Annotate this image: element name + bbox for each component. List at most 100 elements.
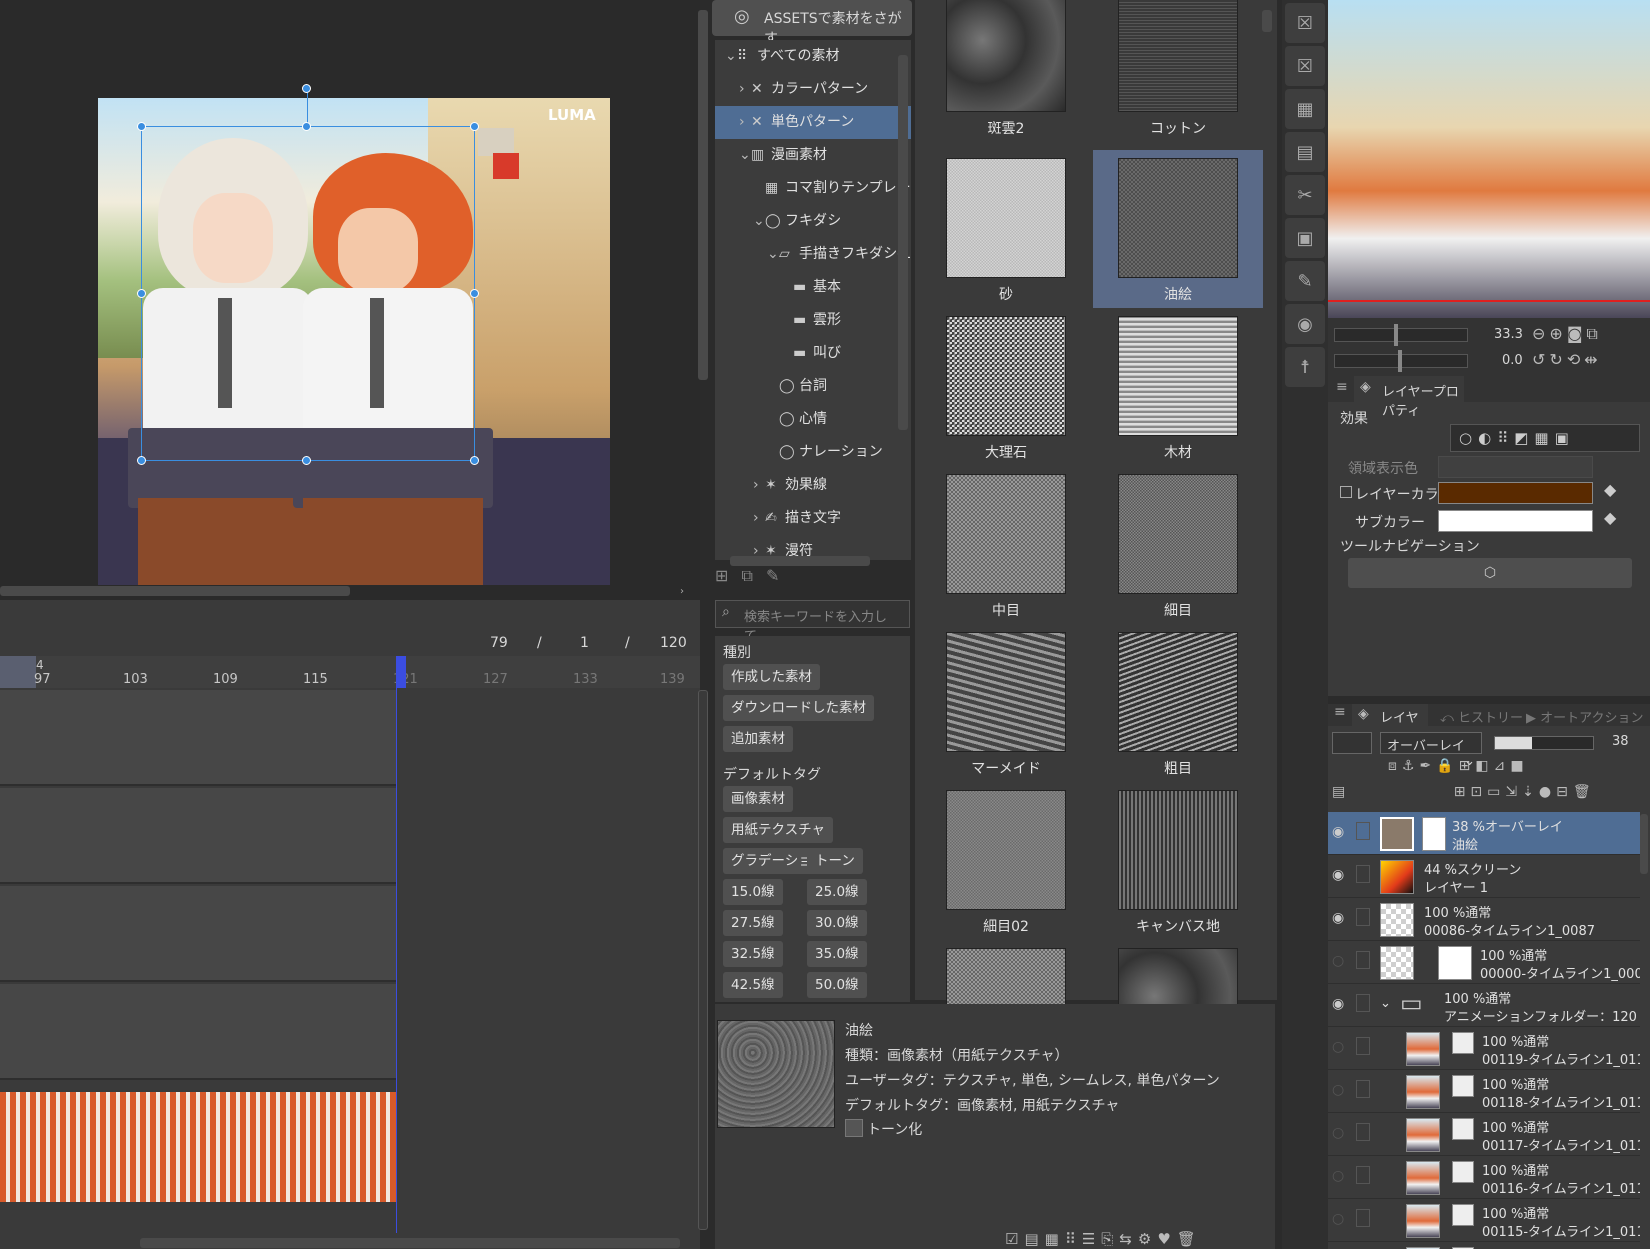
- edit-target-toggle[interactable]: [1356, 908, 1370, 926]
- transform-handle-bl[interactable]: [137, 456, 146, 465]
- fit-window-icon[interactable]: ⧉: [1586, 324, 1601, 343]
- transform-handle-tr[interactable]: [470, 122, 479, 131]
- layer-row[interactable]: ◉ ⌄ ▭ 100 %通常 アニメーションフォルダー：120: [1328, 984, 1640, 1027]
- timeline-track[interactable]: [0, 984, 396, 1080]
- figure-icon[interactable]: ☨: [1285, 347, 1325, 387]
- visibility-eye-icon[interactable]: ◉: [1332, 996, 1350, 1014]
- visibility-eye-icon[interactable]: ○: [1332, 953, 1350, 971]
- scroll-right-icon[interactable]: ›: [680, 586, 684, 597]
- detail-view-icon[interactable]: ▤: [1024, 1230, 1044, 1248]
- tree-arrow-icon[interactable]: ⌄: [739, 139, 751, 172]
- settings-icon[interactable]: ⚙: [1138, 1230, 1157, 1248]
- material-thumbnail[interactable]: 細目02: [921, 782, 1091, 940]
- transform-handle-b[interactable]: [302, 456, 311, 465]
- visibility-eye-icon[interactable]: ○: [1332, 1082, 1350, 1100]
- tree-arrow-icon[interactable]: ⌄: [725, 40, 737, 73]
- visibility-eye-icon[interactable]: ◉: [1332, 910, 1350, 928]
- layer-row[interactable]: ○ 100 %通常 00119-タイムライン1_0119: [1328, 1027, 1640, 1070]
- transform-box[interactable]: [141, 126, 475, 461]
- tone-effect-icon[interactable]: ⠿: [1497, 429, 1514, 447]
- tree-item[interactable]: › ✕ カラーパターン: [715, 73, 911, 106]
- tag-filter-button[interactable]: ダウンロードした素材: [723, 695, 874, 721]
- zoom-slider-knob[interactable]: [1394, 324, 1398, 346]
- visibility-eye-icon[interactable]: ○: [1332, 1211, 1350, 1229]
- tree-item[interactable]: ▬ 基本: [715, 271, 911, 304]
- tree-item[interactable]: ▦ コマ割りテンプレート: [715, 172, 925, 205]
- tag-filter-button[interactable]: 25.0線: [807, 879, 867, 905]
- layer-select-dropdown[interactable]: [1332, 732, 1372, 754]
- blend-mode-select[interactable]: オーバーレイ ⌄: [1380, 732, 1482, 769]
- layer-row[interactable]: ○ 100 %通常 00118-タイムライン1_0118: [1328, 1070, 1640, 1113]
- tone-checkbox[interactable]: [845, 1119, 863, 1137]
- color-chip-icon[interactable]: ■: [1510, 758, 1528, 774]
- tree-hscrollbar[interactable]: [730, 556, 870, 566]
- material-thumbnail[interactable]: コットン: [1093, 0, 1263, 150]
- transform-handle-t[interactable]: [302, 122, 311, 131]
- timeline-vscrollbar[interactable]: [698, 690, 708, 1230]
- edit-target-toggle[interactable]: [1356, 1080, 1370, 1098]
- tree-item[interactable]: › ✍ 描き文字: [715, 502, 911, 535]
- material-thumbnail[interactable]: 油絵: [1093, 150, 1263, 308]
- favorite-icon[interactable]: ♥: [1157, 1230, 1176, 1248]
- layer-color-swatch[interactable]: [1438, 482, 1593, 504]
- timeline-track[interactable]: [0, 788, 396, 884]
- rotate-left-icon[interactable]: ↺: [1532, 350, 1549, 369]
- timeline-track[interactable]: [0, 886, 396, 982]
- mask-create-icon[interactable]: ●: [1539, 784, 1556, 800]
- material-thumbnail[interactable]: 細目: [1093, 466, 1263, 624]
- zoom-slider[interactable]: [1334, 328, 1468, 342]
- edit-target-toggle[interactable]: [1356, 1209, 1370, 1227]
- new-folder-icon[interactable]: ▭: [1487, 784, 1505, 800]
- rotate-slider-knob[interactable]: [1398, 350, 1402, 372]
- tag-filter-button[interactable]: 50.0線: [807, 972, 867, 998]
- tab-history[interactable]: ⤺ ヒストリー: [1440, 707, 1523, 726]
- canvas-vscrollbar[interactable]: [698, 10, 708, 380]
- material-panel-icon[interactable]: ▤: [1285, 132, 1325, 172]
- canvas-area[interactable]: LUMA ›: [0, 0, 708, 600]
- small-grid-icon[interactable]: ⠿: [1065, 1230, 1082, 1248]
- tag-filter-button[interactable]: 32.5線: [723, 941, 783, 967]
- assets-search-button[interactable]: ◎ ASSETSで素材をさがす: [712, 0, 912, 47]
- layer-row[interactable]: ○ 100 %通常 00116-タイムライン1_0116: [1328, 1156, 1640, 1199]
- draft-icon[interactable]: ✒: [1419, 758, 1436, 774]
- tab-layer[interactable]: ◈ レイヤー: [1352, 704, 1428, 745]
- tree-item[interactable]: ▬ 雲形: [715, 304, 911, 337]
- transform-handle-r[interactable]: [470, 289, 479, 298]
- layer-vscrollbar[interactable]: [1640, 814, 1648, 874]
- sub-color-swatch[interactable]: [1438, 510, 1593, 532]
- clip-icon[interactable]: ⧈: [1388, 758, 1402, 774]
- tab-layer-property[interactable]: ◈ レイヤープロパティ: [1354, 376, 1464, 419]
- apply-mask-icon[interactable]: ⊟: [1556, 784, 1573, 800]
- grid-view-icon[interactable]: ▦: [1045, 1230, 1065, 1248]
- material-thumbnail[interactable]: 斑雲2: [921, 0, 1091, 150]
- tree-item[interactable]: ⌄⠿ すべての素材: [715, 40, 911, 73]
- tag-filter-button[interactable]: 作成した素材: [723, 664, 820, 690]
- layer-row[interactable]: ◉ 100 %通常 00086-タイムライン1_0087: [1328, 898, 1640, 941]
- list-icon[interactable]: ☰: [1082, 1230, 1101, 1248]
- new-raster-icon[interactable]: ⊞: [1454, 784, 1471, 800]
- zoom-in-icon[interactable]: ⊕: [1549, 324, 1566, 343]
- material-panel-icon[interactable]: ▣: [1285, 218, 1325, 258]
- material-panel-icon[interactable]: ▦: [1285, 89, 1325, 129]
- playhead-handle[interactable]: [396, 656, 406, 688]
- visibility-eye-icon[interactable]: ○: [1332, 1039, 1350, 1057]
- zoom-out-icon[interactable]: ⊖: [1532, 324, 1549, 343]
- lock-icon[interactable]: 🔒: [1436, 758, 1458, 774]
- tree-arrow-icon[interactable]: ⌄: [767, 238, 779, 271]
- panel-layout-icon[interactable]: ▤: [1332, 784, 1345, 800]
- tree-arrow-icon[interactable]: ›: [753, 469, 765, 502]
- tag-filter-button[interactable]: 35.0線: [807, 941, 867, 967]
- tree-arrow-icon[interactable]: ›: [739, 73, 751, 106]
- material-thumbnail[interactable]: 粗目: [1093, 624, 1263, 782]
- reset-rotate-icon[interactable]: ⟲: [1567, 350, 1584, 369]
- edit-target-toggle[interactable]: [1356, 1166, 1370, 1184]
- material-thumbnail[interactable]: 大理石: [921, 308, 1091, 466]
- layer-color-toggle[interactable]: [1340, 486, 1352, 498]
- tree-item[interactable]: ▬ 叫び: [715, 337, 911, 370]
- tab-auto-action[interactable]: ▶ オートアクション: [1526, 707, 1644, 726]
- tree-item[interactable]: ◯ ナレーション: [715, 436, 911, 469]
- menu-icon[interactable]: ≡: [1336, 379, 1348, 395]
- navigator-preview[interactable]: [1328, 0, 1650, 318]
- transfer-icon[interactable]: ⇲: [1505, 784, 1522, 800]
- layer-row[interactable]: ○ 100 %通常 00117-タイムライン1_0117: [1328, 1113, 1640, 1156]
